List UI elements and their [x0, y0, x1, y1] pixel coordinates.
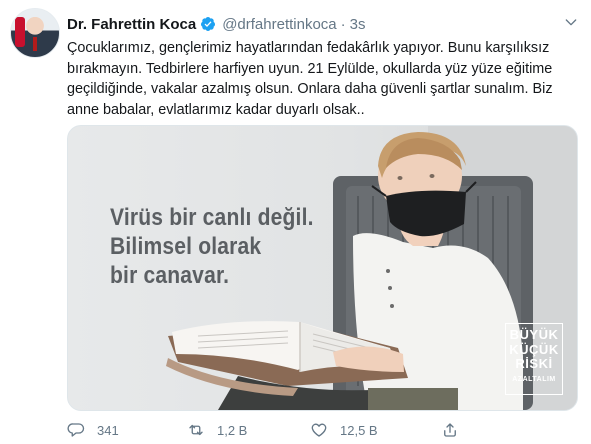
tweet[interactable]: Dr. Fahrettin Koca @drfahrettinkoca · 3s…	[0, 0, 591, 444]
avatar[interactable]	[10, 8, 60, 58]
chevron-down-icon[interactable]	[563, 14, 579, 30]
reply-count: 341	[97, 422, 119, 438]
handle[interactable]: @drfahrettinkoca	[222, 16, 336, 33]
badge-line-3: RİSKİ	[515, 356, 553, 371]
retweet-button[interactable]: 1,2 B	[187, 420, 247, 440]
heart-icon	[311, 423, 327, 437]
badge-line-1: BÜYÜK	[509, 327, 559, 342]
badge-line-4: AZALTALIM	[512, 375, 556, 383]
reply-icon	[67, 423, 85, 437]
flag-icon	[15, 17, 25, 47]
badge-line-2: KÜÇÜK	[509, 341, 559, 357]
campaign-logo-badge: BÜYÜK KÜÇÜK RİSKİ AZALTALIM	[505, 323, 563, 395]
like-button[interactable]: 12,5 B	[310, 420, 378, 440]
separator-dot: ·	[340, 15, 346, 33]
tweet-media-image[interactable]: Virüs bir canlı değil. Bilimsel olarak b…	[67, 125, 578, 411]
retweet-icon	[189, 424, 203, 436]
retweet-count: 1,2 B	[217, 422, 248, 438]
like-count: 12,5 B	[340, 422, 378, 438]
image-overlay-text: Virüs bir canlı değil. Bilimsel olarak b…	[110, 204, 314, 289]
timestamp[interactable]: 3s	[350, 16, 366, 33]
verified-badge-icon	[201, 17, 216, 31]
reply-button[interactable]: 341	[67, 420, 119, 440]
share-icon	[444, 423, 456, 437]
share-button[interactable]	[441, 420, 459, 440]
tweet-actions: 341 1,2 B 12,5 B	[67, 420, 547, 440]
tie-icon	[33, 37, 37, 51]
tweet-header: Dr. Fahrettin Koca @drfahrettinkoca · 3s	[67, 14, 366, 34]
tweet-text: Çocuklarımız, gençlerimiz hayatlarından …	[67, 40, 553, 118]
display-name[interactable]: Dr. Fahrettin Koca	[67, 16, 196, 33]
